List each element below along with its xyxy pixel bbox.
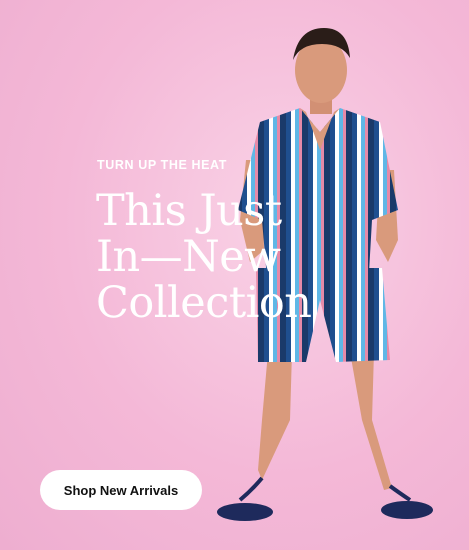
headline-line: In—New [96,232,281,282]
hero-eyebrow: TURN UP THE HEAT [97,158,227,172]
headline-line: This Just [96,186,282,236]
hero-headline: This Just In—New Collection [96,188,376,326]
headline-line: Collection [96,278,312,328]
shop-new-arrivals-button[interactable]: Shop New Arrivals [40,470,202,510]
hero-banner: TURN UP THE HEAT This Just In—New Collec… [0,0,469,550]
